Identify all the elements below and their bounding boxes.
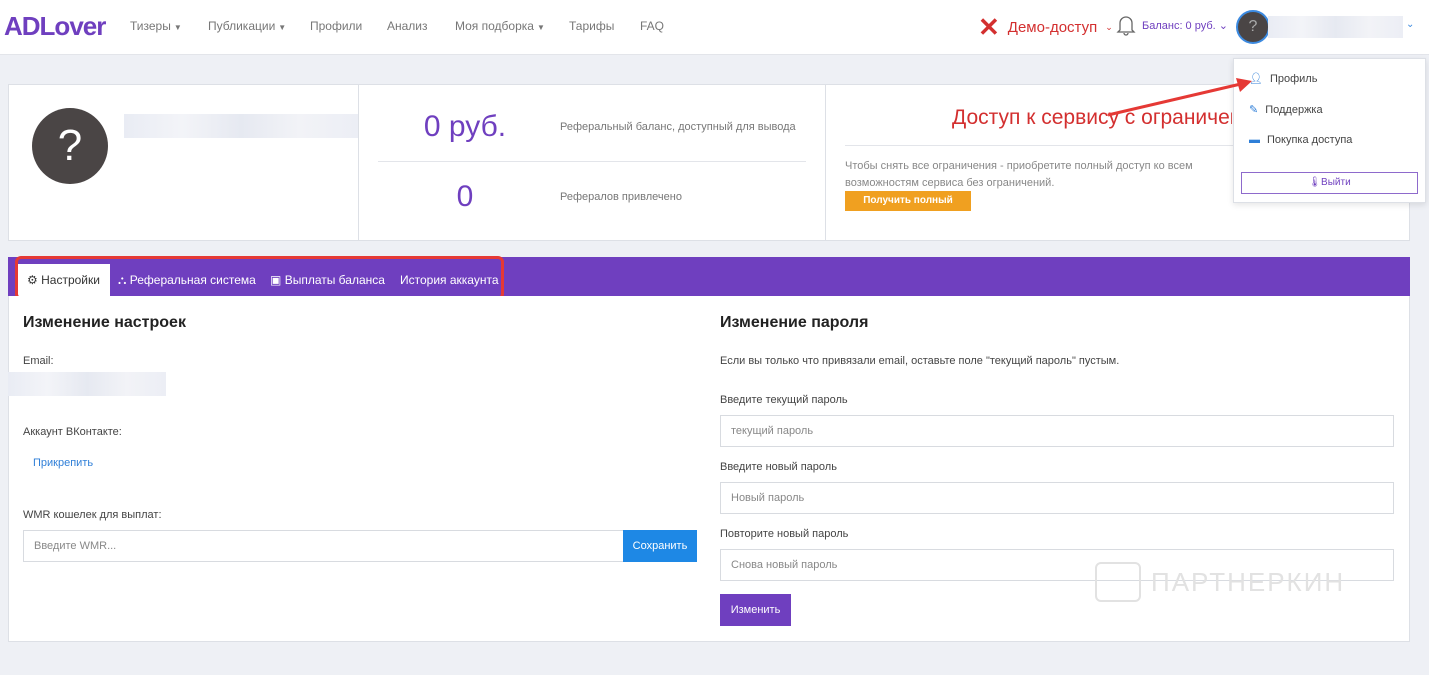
email-label: Email:: [23, 355, 54, 367]
menu-item-buy-access[interactable]: ▬ Покупка доступа: [1249, 134, 1352, 146]
chevron-down-icon[interactable]: ⌄: [1406, 19, 1414, 30]
settings-title: Изменение настроек: [23, 314, 186, 331]
credit-card-icon: ▬: [1249, 134, 1260, 146]
new-password-label: Введите новый пароль: [720, 461, 837, 473]
annotation-arrow: [1107, 78, 1252, 117]
password-title: Изменение пароля: [720, 314, 869, 331]
demo-label: Демо-доступ: [1007, 19, 1098, 36]
nav-publications[interactable]: Публикации ▼: [208, 19, 286, 33]
current-password-label: Введите текущий пароль: [720, 394, 848, 406]
divider: [825, 84, 826, 241]
vk-attach-link[interactable]: Прикрепить: [33, 457, 93, 469]
balance-dropdown[interactable]: Баланс: 0 руб. ⌄: [1142, 19, 1228, 32]
blurred-profile-name: [124, 114, 358, 138]
user-avatar[interactable]: ?: [1236, 10, 1270, 44]
divider: [845, 145, 1233, 146]
annotation-highlight: [15, 256, 504, 300]
nav-label: Моя подборка: [455, 19, 534, 33]
caret-down-icon: ▼: [536, 23, 545, 32]
nav-profiles[interactable]: Профили: [310, 19, 362, 33]
referrals-count: 0: [456, 180, 474, 213]
password-note: Если вы только что привязали email, оста…: [720, 355, 1120, 367]
bell-icon[interactable]: [1116, 14, 1136, 36]
divider: [378, 161, 806, 162]
nav-analysis[interactable]: Анализ: [387, 19, 428, 33]
chevron-down-icon: ⌄: [1105, 22, 1113, 32]
access-text: Чтобы снять все ограничения - приобретит…: [845, 160, 1193, 189]
balance-label: Баланс: 0 руб.: [1142, 20, 1216, 32]
nav-my-selection[interactable]: Моя подборка ▼: [455, 19, 545, 33]
vk-label: Аккаунт ВКонтакте:: [23, 426, 122, 438]
nav-tariffs[interactable]: Тарифы: [569, 19, 614, 33]
current-password-input[interactable]: текущий пароль: [720, 415, 1394, 447]
new-password-input[interactable]: Новый пароль: [720, 482, 1394, 514]
watermark: ПАРТНЕРКИН: [1095, 562, 1345, 602]
nav-faq[interactable]: FAQ: [640, 19, 664, 33]
watermark-text: ПАРТНЕРКИН: [1151, 566, 1346, 597]
referral-balance-value: 0 руб.: [423, 110, 507, 143]
blurred-email: [8, 372, 166, 396]
nav-label: Публикации: [208, 19, 276, 33]
caret-down-icon: ▼: [278, 23, 287, 32]
referral-balance-label: Реферальный баланс, доступный для вывода: [560, 121, 796, 133]
nav-label: Тизеры: [130, 19, 171, 33]
repeat-password-label: Повторите новый пароль: [720, 528, 849, 540]
get-full-access-button[interactable]: Получить полный доступ: [845, 191, 971, 226]
close-x-icon: ✕: [978, 12, 1000, 42]
logout-label: Выйти: [1321, 177, 1351, 188]
nav-teasers[interactable]: Тизеры ▼: [130, 19, 182, 33]
menu-item-support[interactable]: ✎ Поддержка: [1249, 103, 1323, 117]
wmr-input[interactable]: Введите WMR...: [23, 530, 624, 562]
referrals-label: Рефералов привлечено: [560, 191, 682, 203]
caret-down-icon: ▼: [173, 23, 182, 32]
wmr-label: WMR кошелек для выплат:: [23, 509, 162, 521]
menu-label: Покупка доступа: [1267, 134, 1353, 146]
demo-access-dropdown[interactable]: ✕ Демо-доступ ⌄: [978, 12, 1113, 43]
menu-label: Профиль: [1269, 72, 1318, 85]
change-password-button[interactable]: Изменить: [720, 594, 791, 626]
logout-icon: 🌡︎: [1308, 177, 1322, 188]
profile-avatar: ?: [32, 108, 108, 184]
logout-button[interactable]: 🌡︎Выйти: [1241, 172, 1418, 194]
divider: [358, 84, 359, 241]
save-button[interactable]: Сохранить: [623, 530, 697, 562]
blurred-username[interactable]: [1268, 16, 1403, 38]
logo[interactable]: ADLover: [4, 11, 106, 42]
menu-label: Поддержка: [1265, 103, 1323, 116]
watermark-logo-icon: [1095, 562, 1141, 602]
